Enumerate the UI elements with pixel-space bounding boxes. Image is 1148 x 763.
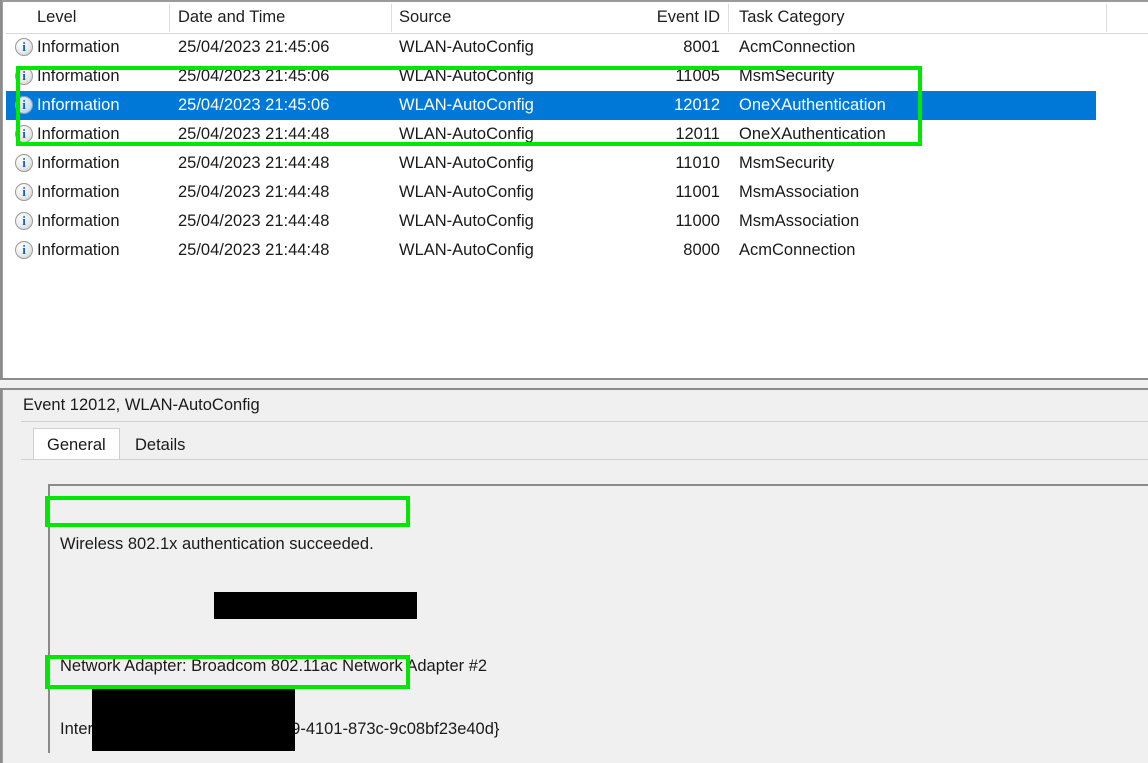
cell-date-and-time: 25/04/2023 21:44:48 <box>178 241 330 259</box>
cell-source: WLAN-AutoConfig <box>399 125 534 143</box>
information-icon: i <box>15 67 33 85</box>
message-headline: Wireless 802.1x authentication succeeded… <box>60 535 374 553</box>
cell-level: Information <box>37 67 120 85</box>
user-domain-redaction <box>92 689 295 751</box>
cell-date-and-time: 25/04/2023 21:44:48 <box>178 125 330 143</box>
row-selection-highlight <box>6 91 1096 120</box>
cell-task-category: MsmSecurity <box>739 67 835 85</box>
cell-event-id: 11001 <box>675 183 720 201</box>
event-row[interactable]: i Information 25/04/2023 21:44:48 WLAN-Auto… <box>6 236 1148 265</box>
column-divider-2[interactable] <box>391 4 392 32</box>
cell-source: WLAN-AutoConfig <box>399 212 534 230</box>
cell-date-and-time: 25/04/2023 21:45:06 <box>178 67 330 85</box>
cell-level: Information <box>37 38 120 56</box>
title-divider <box>21 421 1148 422</box>
cell-level: Information <box>37 96 120 114</box>
cell-level: Information <box>37 241 120 259</box>
event-row[interactable]: i Information 25/04/2023 21:44:48 WLAN-Auto… <box>6 120 1148 149</box>
information-icon: i <box>15 154 33 172</box>
cell-event-id: 11000 <box>675 212 720 230</box>
column-header-event-id[interactable]: Event ID <box>638 2 720 33</box>
cell-task-category: MsmAssociation <box>739 212 860 230</box>
cell-task-category: AcmConnection <box>739 241 856 259</box>
information-icon: i <box>15 125 33 143</box>
cell-level: Information <box>37 154 120 172</box>
cell-task-category: MsmAssociation <box>739 183 860 201</box>
event-row[interactable]: i Information 25/04/2023 21:44:48 WLAN-Auto… <box>6 149 1148 178</box>
cell-source: WLAN-AutoConfig <box>399 154 534 172</box>
tab-general[interactable]: General <box>33 428 120 460</box>
cell-event-id: 8000 <box>683 241 720 259</box>
column-header-source[interactable]: Source <box>399 2 451 33</box>
cell-event-id: 8001 <box>683 38 720 56</box>
detail-tabstrip: General Details <box>21 428 1148 460</box>
cell-task-category: OneXAuthentication <box>739 96 886 114</box>
cell-event-id: 12011 <box>675 125 720 143</box>
cell-date-and-time: 25/04/2023 21:44:48 <box>178 154 330 172</box>
cell-task-category: OneXAuthentication <box>739 125 886 143</box>
message-line-network-adapter: Network Adapter: Broadcom 802.11ac Netwo… <box>60 657 488 675</box>
cell-date-and-time: 25/04/2023 21:45:06 <box>178 38 330 56</box>
information-icon: i <box>15 241 33 259</box>
event-row[interactable]: i Information 25/04/2023 21:45:06 WLAN-Auto… <box>6 91 1148 120</box>
event-list-pane: Level Date and Time Source Event ID Task… <box>0 0 1148 380</box>
cell-task-category: MsmSecurity <box>739 154 835 172</box>
event-viewer-root: Level Date and Time Source Event ID Task… <box>0 0 1148 763</box>
event-detail-title: Event 12012, WLAN-AutoConfig <box>23 396 260 414</box>
cell-source: WLAN-AutoConfig <box>399 183 534 201</box>
event-list-rows: i Information 25/04/2023 21:45:06 WLAN-Auto… <box>6 33 1148 265</box>
column-divider-1[interactable] <box>169 4 170 32</box>
tab-details[interactable]: Details <box>122 430 198 460</box>
column-header-level[interactable]: Level <box>37 2 76 33</box>
column-divider-4[interactable] <box>1106 4 1107 32</box>
pane-splitter[interactable] <box>0 378 1148 390</box>
cell-task-category: AcmConnection <box>739 38 856 56</box>
column-header-date-and-time[interactable]: Date and Time <box>178 2 285 33</box>
cell-event-id: 11010 <box>675 154 720 172</box>
information-icon: i <box>15 183 33 201</box>
cell-date-and-time: 25/04/2023 21:45:06 <box>178 96 330 114</box>
event-row[interactable]: i Information 25/04/2023 21:45:06 WLAN-Auto… <box>6 62 1148 91</box>
event-row[interactable]: i Information 25/04/2023 21:44:48 WLAN-Auto… <box>6 207 1148 236</box>
cell-event-id: 11005 <box>675 67 720 85</box>
event-list-header: Level Date and Time Source Event ID Task… <box>6 2 1148 34</box>
cell-event-id: 12012 <box>674 96 720 114</box>
local-mac-address-redaction <box>214 592 417 619</box>
event-row[interactable]: i Information 25/04/2023 21:45:06 WLAN-Auto… <box>6 33 1148 62</box>
cell-date-and-time: 25/04/2023 21:44:48 <box>178 183 330 201</box>
cell-level: Information <box>37 212 120 230</box>
event-row[interactable]: i Information 25/04/2023 21:44:48 WLAN-Auto… <box>6 178 1148 207</box>
cell-source: WLAN-AutoConfig <box>399 96 534 114</box>
event-list-inner: Level Date and Time Source Event ID Task… <box>6 2 1148 378</box>
information-icon: i <box>15 96 33 114</box>
cell-level: Information <box>37 125 120 143</box>
cell-source: WLAN-AutoConfig <box>399 38 534 56</box>
column-header-task-category[interactable]: Task Category <box>739 2 844 33</box>
information-icon: i <box>15 212 33 230</box>
cell-source: WLAN-AutoConfig <box>399 67 534 85</box>
cell-date-and-time: 25/04/2023 21:44:48 <box>178 212 330 230</box>
cell-level: Information <box>37 183 120 201</box>
column-divider-3[interactable] <box>728 4 729 32</box>
information-icon: i <box>15 38 33 56</box>
cell-source: WLAN-AutoConfig <box>399 241 534 259</box>
